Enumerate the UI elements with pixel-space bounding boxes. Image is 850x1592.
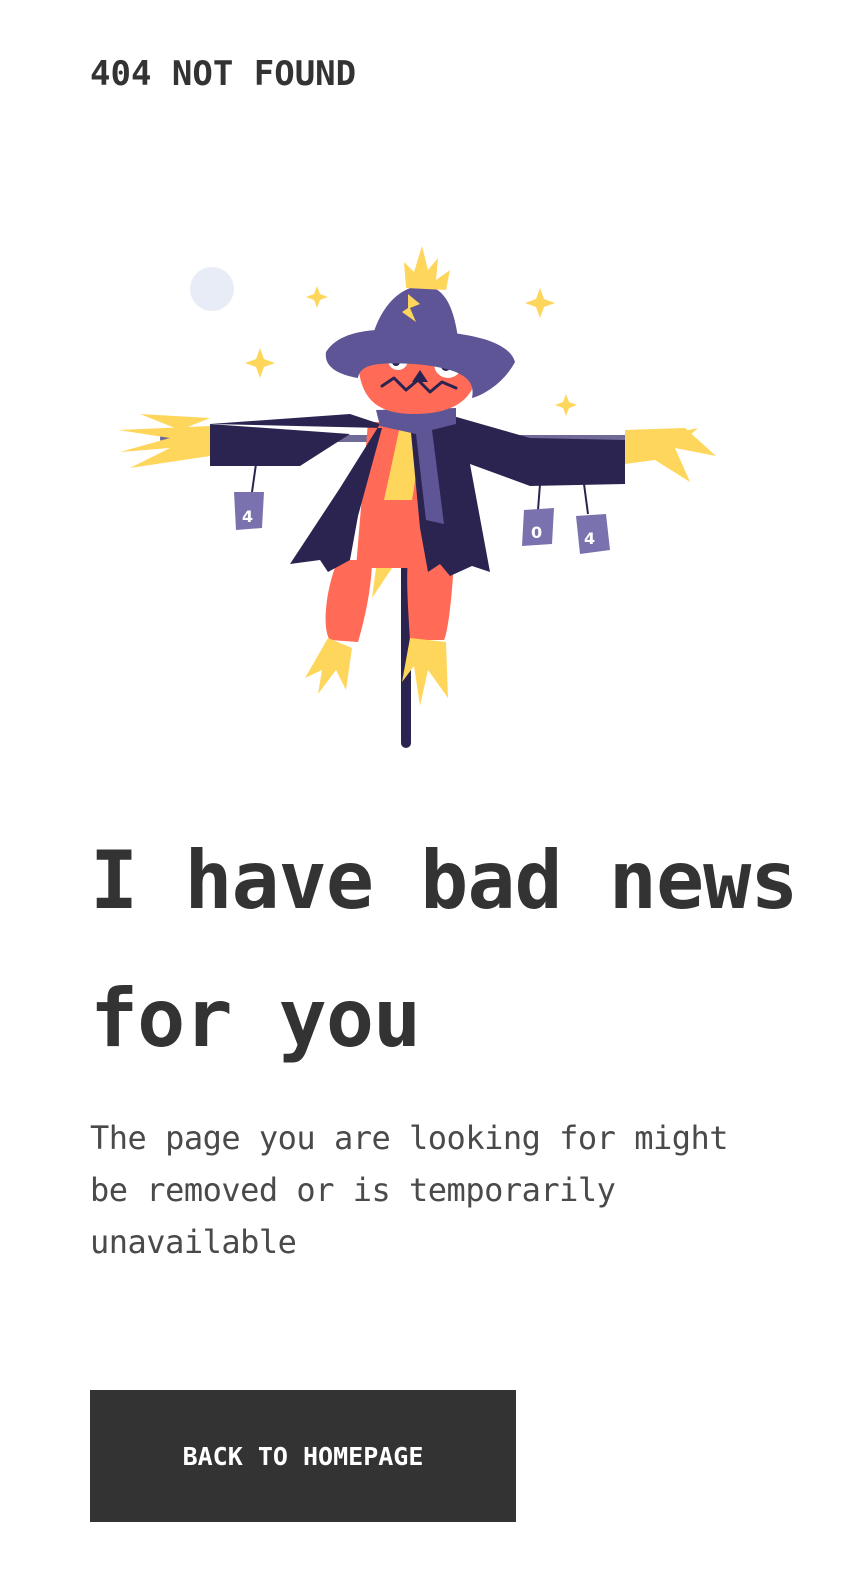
hat-straw — [404, 246, 450, 290]
svg-text:4: 4 — [242, 507, 253, 526]
moon-icon — [190, 267, 234, 311]
page-title: 404 NOT FOUND — [90, 54, 357, 94]
right-hand-straw — [625, 428, 716, 482]
back-to-homepage-button[interactable]: BACK TO HOMEPAGE — [90, 1390, 516, 1522]
can-0: 0 — [522, 508, 554, 546]
left-hand-straw — [118, 414, 210, 468]
svg-text:0: 0 — [531, 523, 542, 542]
can-4-right: 4 — [576, 514, 610, 554]
can-4-left: 4 — [234, 492, 264, 530]
description-text: The page you are looking for might be re… — [90, 1119, 729, 1261]
scarecrow-illustration: 4 0 4 — [118, 246, 716, 748]
svg-text:4: 4 — [584, 529, 595, 548]
straw-feet — [305, 638, 448, 706]
headline: I have bad news for you — [90, 834, 798, 1065]
